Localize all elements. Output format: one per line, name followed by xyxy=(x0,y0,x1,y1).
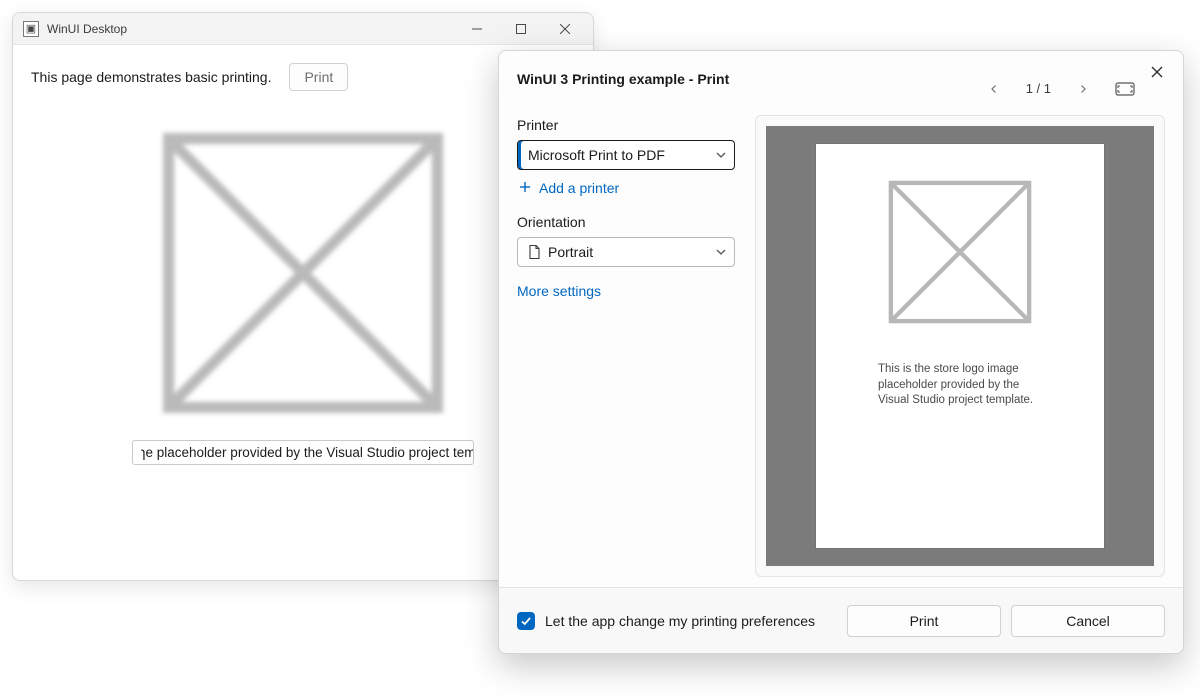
dialog-body: Printer Microsoft Print to PDF Add a pri… xyxy=(499,109,1183,587)
prev-page-button[interactable] xyxy=(986,81,1002,96)
preview-caption: This is the store logo image placeholder… xyxy=(878,362,1042,409)
fit-to-page-button[interactable] xyxy=(1115,82,1135,96)
printer-select[interactable]: Microsoft Print to PDF xyxy=(517,140,735,170)
maximize-icon xyxy=(516,24,526,34)
preview-placeholder-image xyxy=(888,180,1032,324)
orientation-select[interactable]: Portrait xyxy=(517,237,735,267)
top-row: This page demonstrates basic printing. P… xyxy=(31,63,575,91)
minimize-button[interactable] xyxy=(455,14,499,44)
preview-page: This is the store logo image placeholder… xyxy=(816,144,1104,548)
plus-icon xyxy=(519,180,531,196)
preferences-checkbox[interactable] xyxy=(517,612,535,630)
fit-page-icon xyxy=(1115,82,1135,96)
dialog-header: WinUI 3 Printing example - Print 1 / 1 xyxy=(499,51,1183,109)
next-page-button[interactable] xyxy=(1075,81,1091,96)
add-printer-label: Add a printer xyxy=(539,180,619,196)
preferences-checkbox-label: Let the app change my printing preferenc… xyxy=(545,613,815,629)
placeholder-image xyxy=(163,133,443,413)
app-icon: ▣ xyxy=(23,21,39,37)
close-icon xyxy=(560,24,570,34)
chevron-left-icon xyxy=(990,85,998,93)
image-caption-input[interactable]: ɿe placeholder provided by the Visual St… xyxy=(132,440,474,465)
orientation-select-value: Portrait xyxy=(548,244,593,260)
titlebar: ▣ WinUI Desktop xyxy=(13,13,593,45)
page-indicator: 1 / 1 xyxy=(1026,81,1051,96)
placeholder-x-icon xyxy=(888,180,1032,324)
print-dialog: WinUI 3 Printing example - Print 1 / 1 xyxy=(498,50,1184,654)
printer-label: Printer xyxy=(517,117,735,133)
page-navigator: 1 / 1 xyxy=(986,81,1135,96)
close-button[interactable] xyxy=(543,14,587,44)
chevron-down-icon xyxy=(716,147,726,163)
orientation-label: Orientation xyxy=(517,214,735,230)
window-title: WinUI Desktop xyxy=(47,22,127,36)
dialog-close-button[interactable] xyxy=(1141,59,1173,85)
more-settings-link[interactable]: More settings xyxy=(517,273,735,299)
placeholder-x-icon xyxy=(163,133,443,413)
add-printer-link[interactable]: Add a printer xyxy=(517,176,735,200)
minimize-icon xyxy=(472,24,482,34)
cancel-button[interactable]: Cancel xyxy=(1011,605,1165,637)
preview-frame: This is the store logo image placeholder… xyxy=(766,126,1154,566)
printer-select-value: Microsoft Print to PDF xyxy=(528,147,665,163)
check-icon xyxy=(520,615,532,627)
dialog-footer: Let the app change my printing preferenc… xyxy=(499,587,1183,653)
close-icon xyxy=(1151,66,1163,78)
document-icon xyxy=(528,245,540,259)
chevron-down-icon xyxy=(716,244,726,260)
preview-column: This is the store logo image placeholder… xyxy=(755,115,1165,577)
settings-column: Printer Microsoft Print to PDF Add a pri… xyxy=(517,115,735,577)
print-button[interactable]: Print xyxy=(289,63,348,91)
print-confirm-button[interactable]: Print xyxy=(847,605,1001,637)
description-text: This page demonstrates basic printing. xyxy=(31,69,271,85)
maximize-button[interactable] xyxy=(499,14,543,44)
chevron-right-icon xyxy=(1079,85,1087,93)
